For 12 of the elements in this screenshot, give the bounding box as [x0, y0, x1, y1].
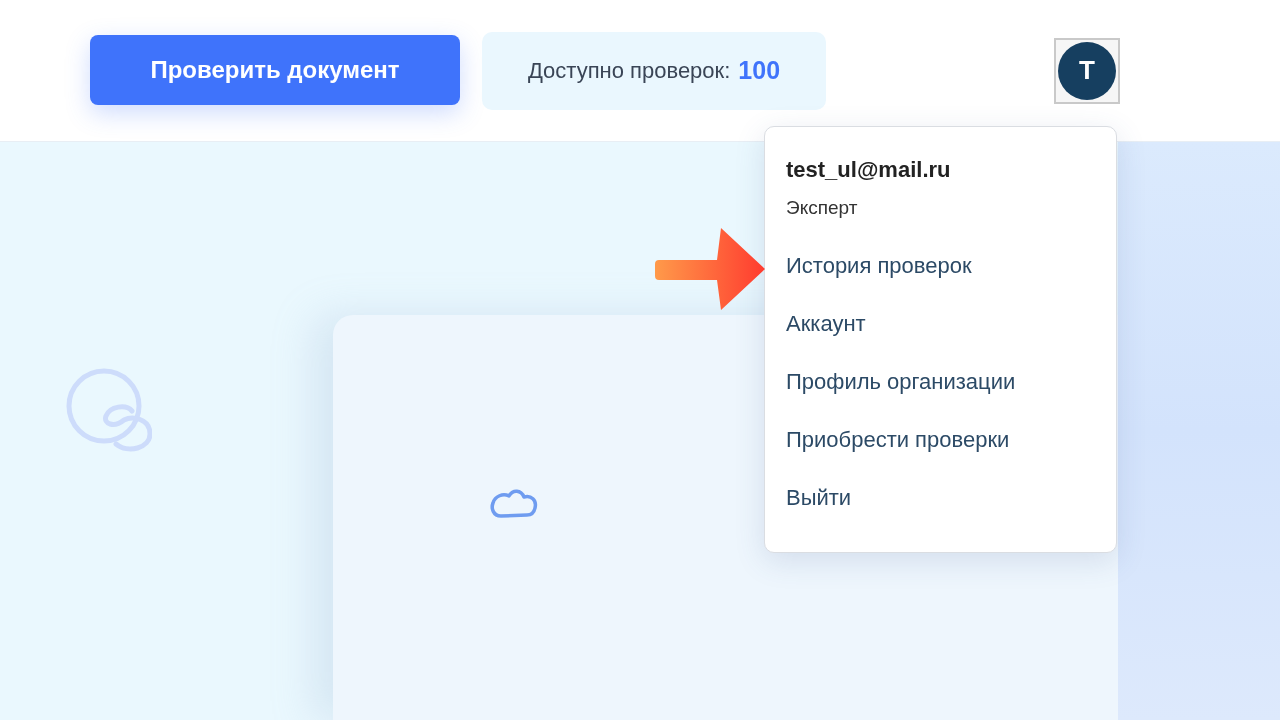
menu-item[interactable]: Профиль организации — [786, 369, 1016, 395]
user-email: test_ul@mail.ru — [786, 157, 951, 183]
checks-available-label: Доступно проверок: — [527, 57, 731, 84]
user-role: Эксперт — [786, 197, 858, 219]
avatar-button[interactable]: T — [1054, 37, 1120, 104]
menu-item[interactable]: История проверок — [786, 253, 972, 279]
menu-item[interactable]: Выйти — [786, 485, 852, 511]
check-document-button[interactable]: Проверить документ — [90, 34, 460, 105]
menu-item[interactable]: Аккаунт — [786, 311, 866, 337]
checks-available-count: 100 — [738, 56, 781, 85]
menu-item[interactable]: Приобрести проверки — [786, 427, 1010, 453]
arrow-icon — [655, 228, 767, 310]
